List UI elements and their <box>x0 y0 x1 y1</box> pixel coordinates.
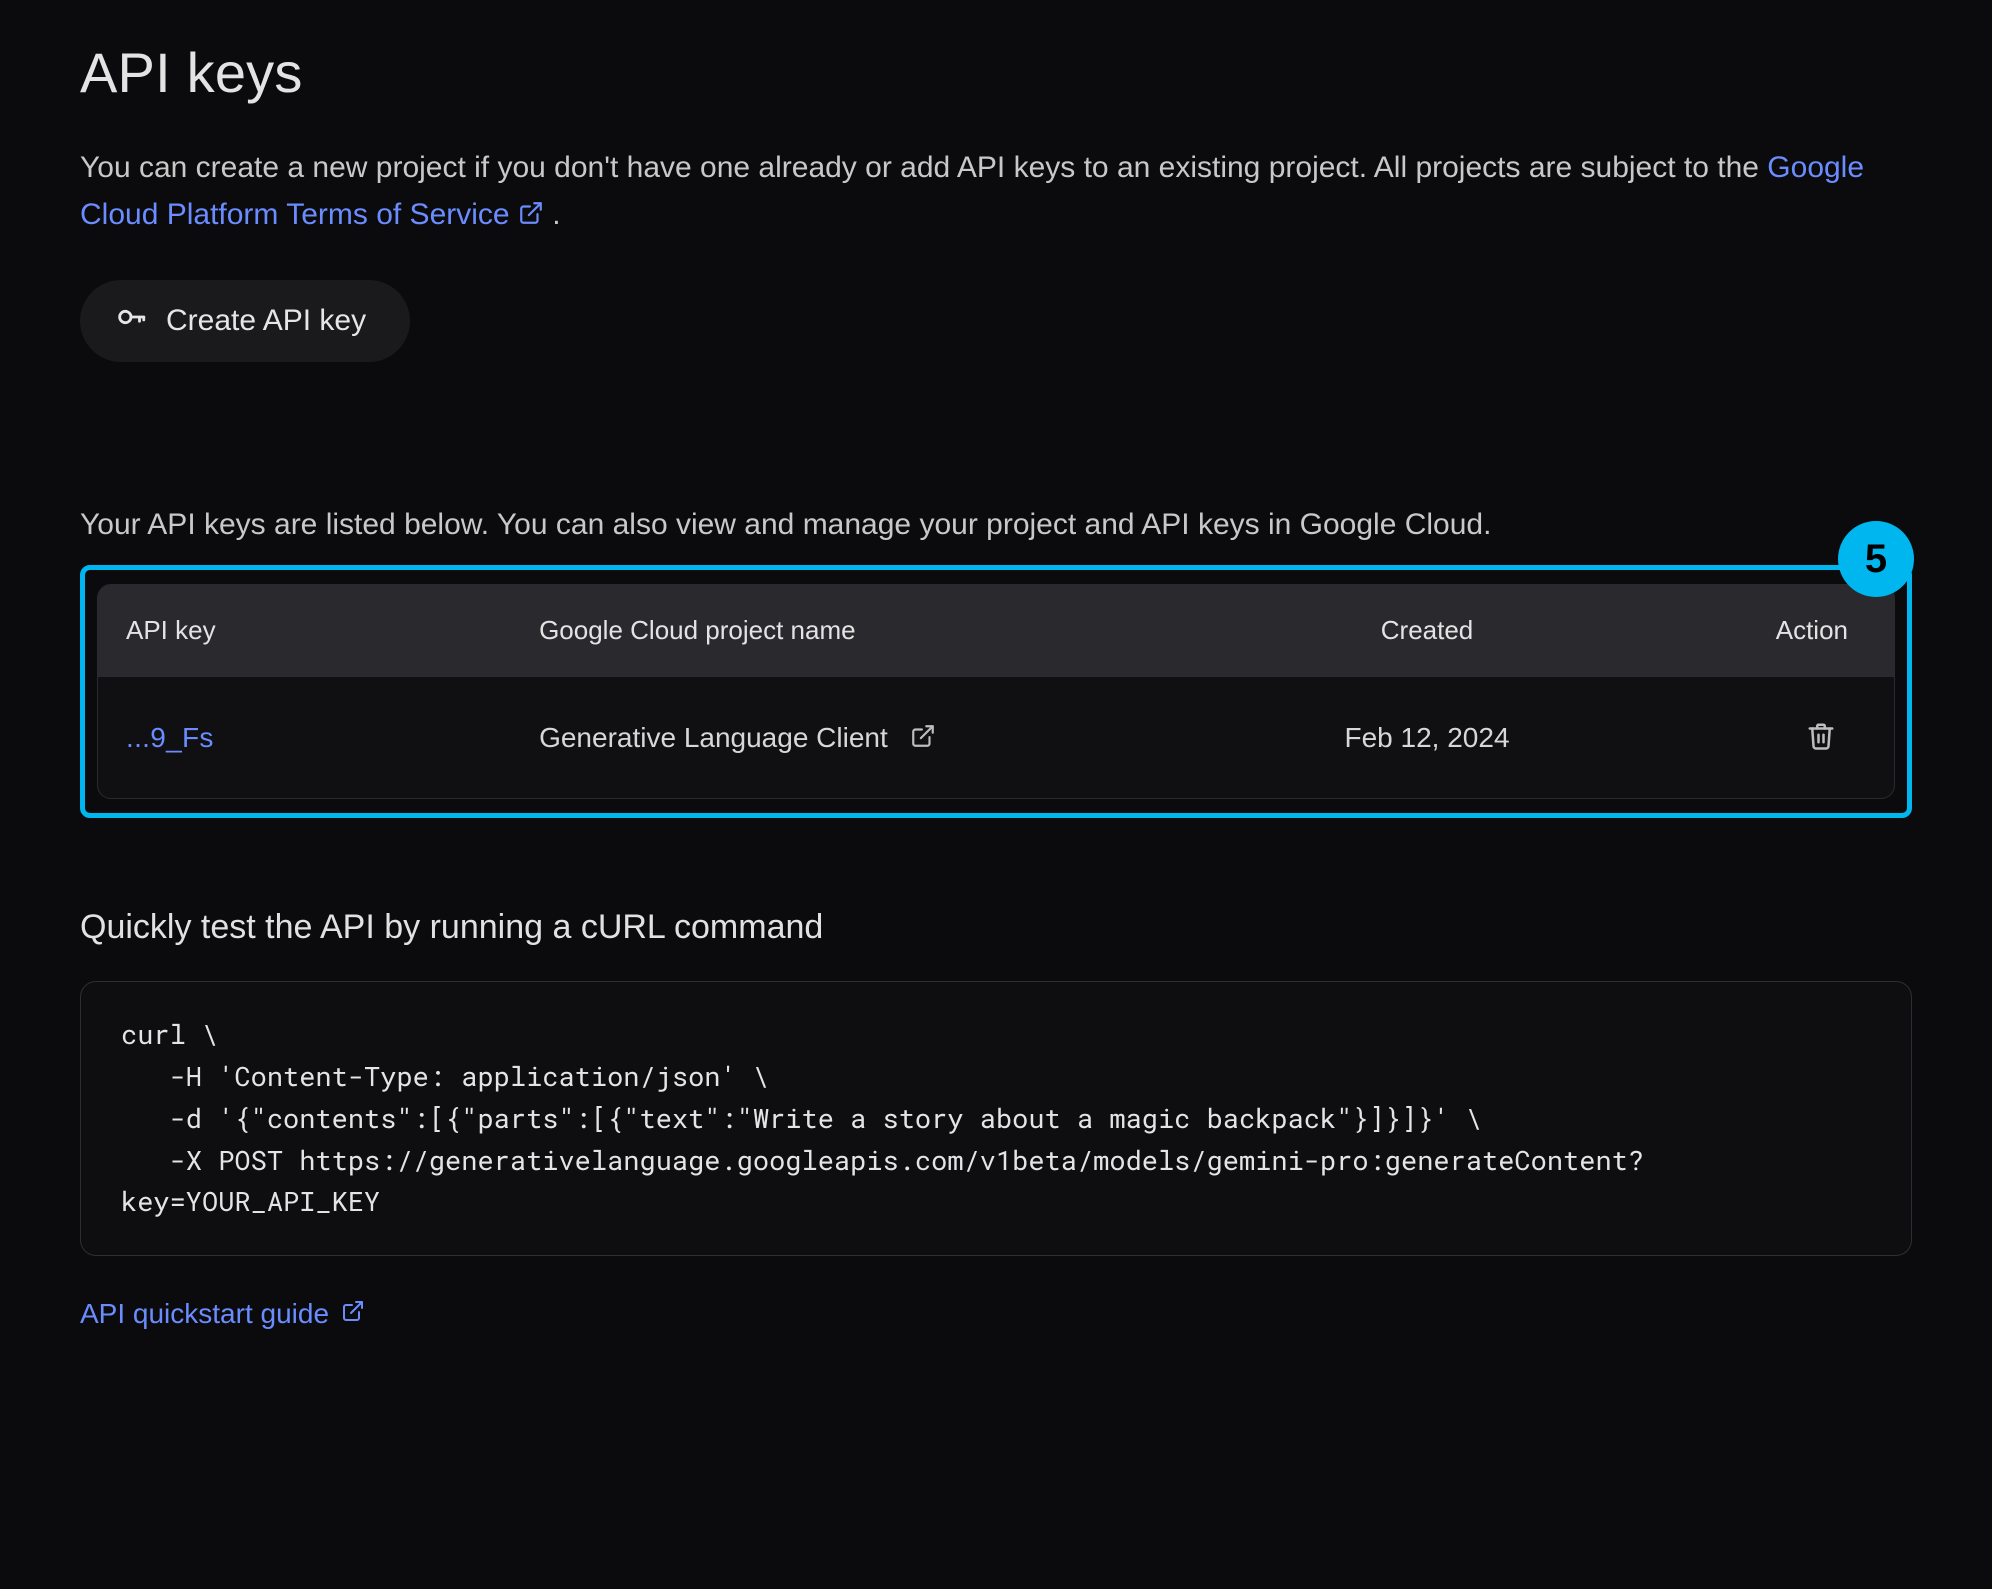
col-project-name: Google Cloud project name <box>511 585 1229 676</box>
table-header-row: API key Google Cloud project name Create… <box>98 585 1894 676</box>
col-created: Created <box>1229 585 1624 676</box>
intro-paragraph: You can create a new project if you don'… <box>80 145 1900 238</box>
api-quickstart-text: API quickstart guide <box>80 1298 329 1330</box>
external-link-icon <box>341 1298 365 1330</box>
table-row: ...9_Fs Generative Language Client <box>98 676 1894 798</box>
external-link-icon <box>910 737 936 752</box>
open-project-external-button[interactable] <box>906 719 940 756</box>
curl-test-heading: Quickly test the API by running a cURL c… <box>80 908 1912 947</box>
api-keys-list-intro: Your API keys are listed below. You can … <box>80 502 1912 547</box>
api-keys-table-highlight: API key Google Cloud project name Create… <box>80 565 1912 818</box>
external-link-icon <box>518 200 544 226</box>
trash-icon <box>1806 739 1836 754</box>
create-api-key-button[interactable]: Create API key <box>80 280 410 362</box>
create-api-key-label: Create API key <box>166 304 366 338</box>
project-name-text: Generative Language Client <box>539 722 888 754</box>
col-action: Action <box>1625 585 1894 676</box>
page-title: API keys <box>80 40 1912 105</box>
api-keys-table: API key Google Cloud project name Create… <box>97 584 1895 799</box>
key-icon <box>114 300 148 342</box>
callout-step-badge: 5 <box>1838 521 1914 597</box>
intro-text-prefix: You can create a new project if you don'… <box>80 151 1767 184</box>
api-key-link[interactable]: ...9_Fs <box>126 722 214 753</box>
intro-text-suffix: . <box>552 198 560 231</box>
api-quickstart-link[interactable]: API quickstart guide <box>80 1298 365 1330</box>
created-date: Feb 12, 2024 <box>1229 676 1624 798</box>
delete-key-button[interactable] <box>1802 717 1840 758</box>
col-api-key: API key <box>98 585 511 676</box>
curl-code-block[interactable]: curl \ -H 'Content-Type: application/jso… <box>80 981 1912 1256</box>
